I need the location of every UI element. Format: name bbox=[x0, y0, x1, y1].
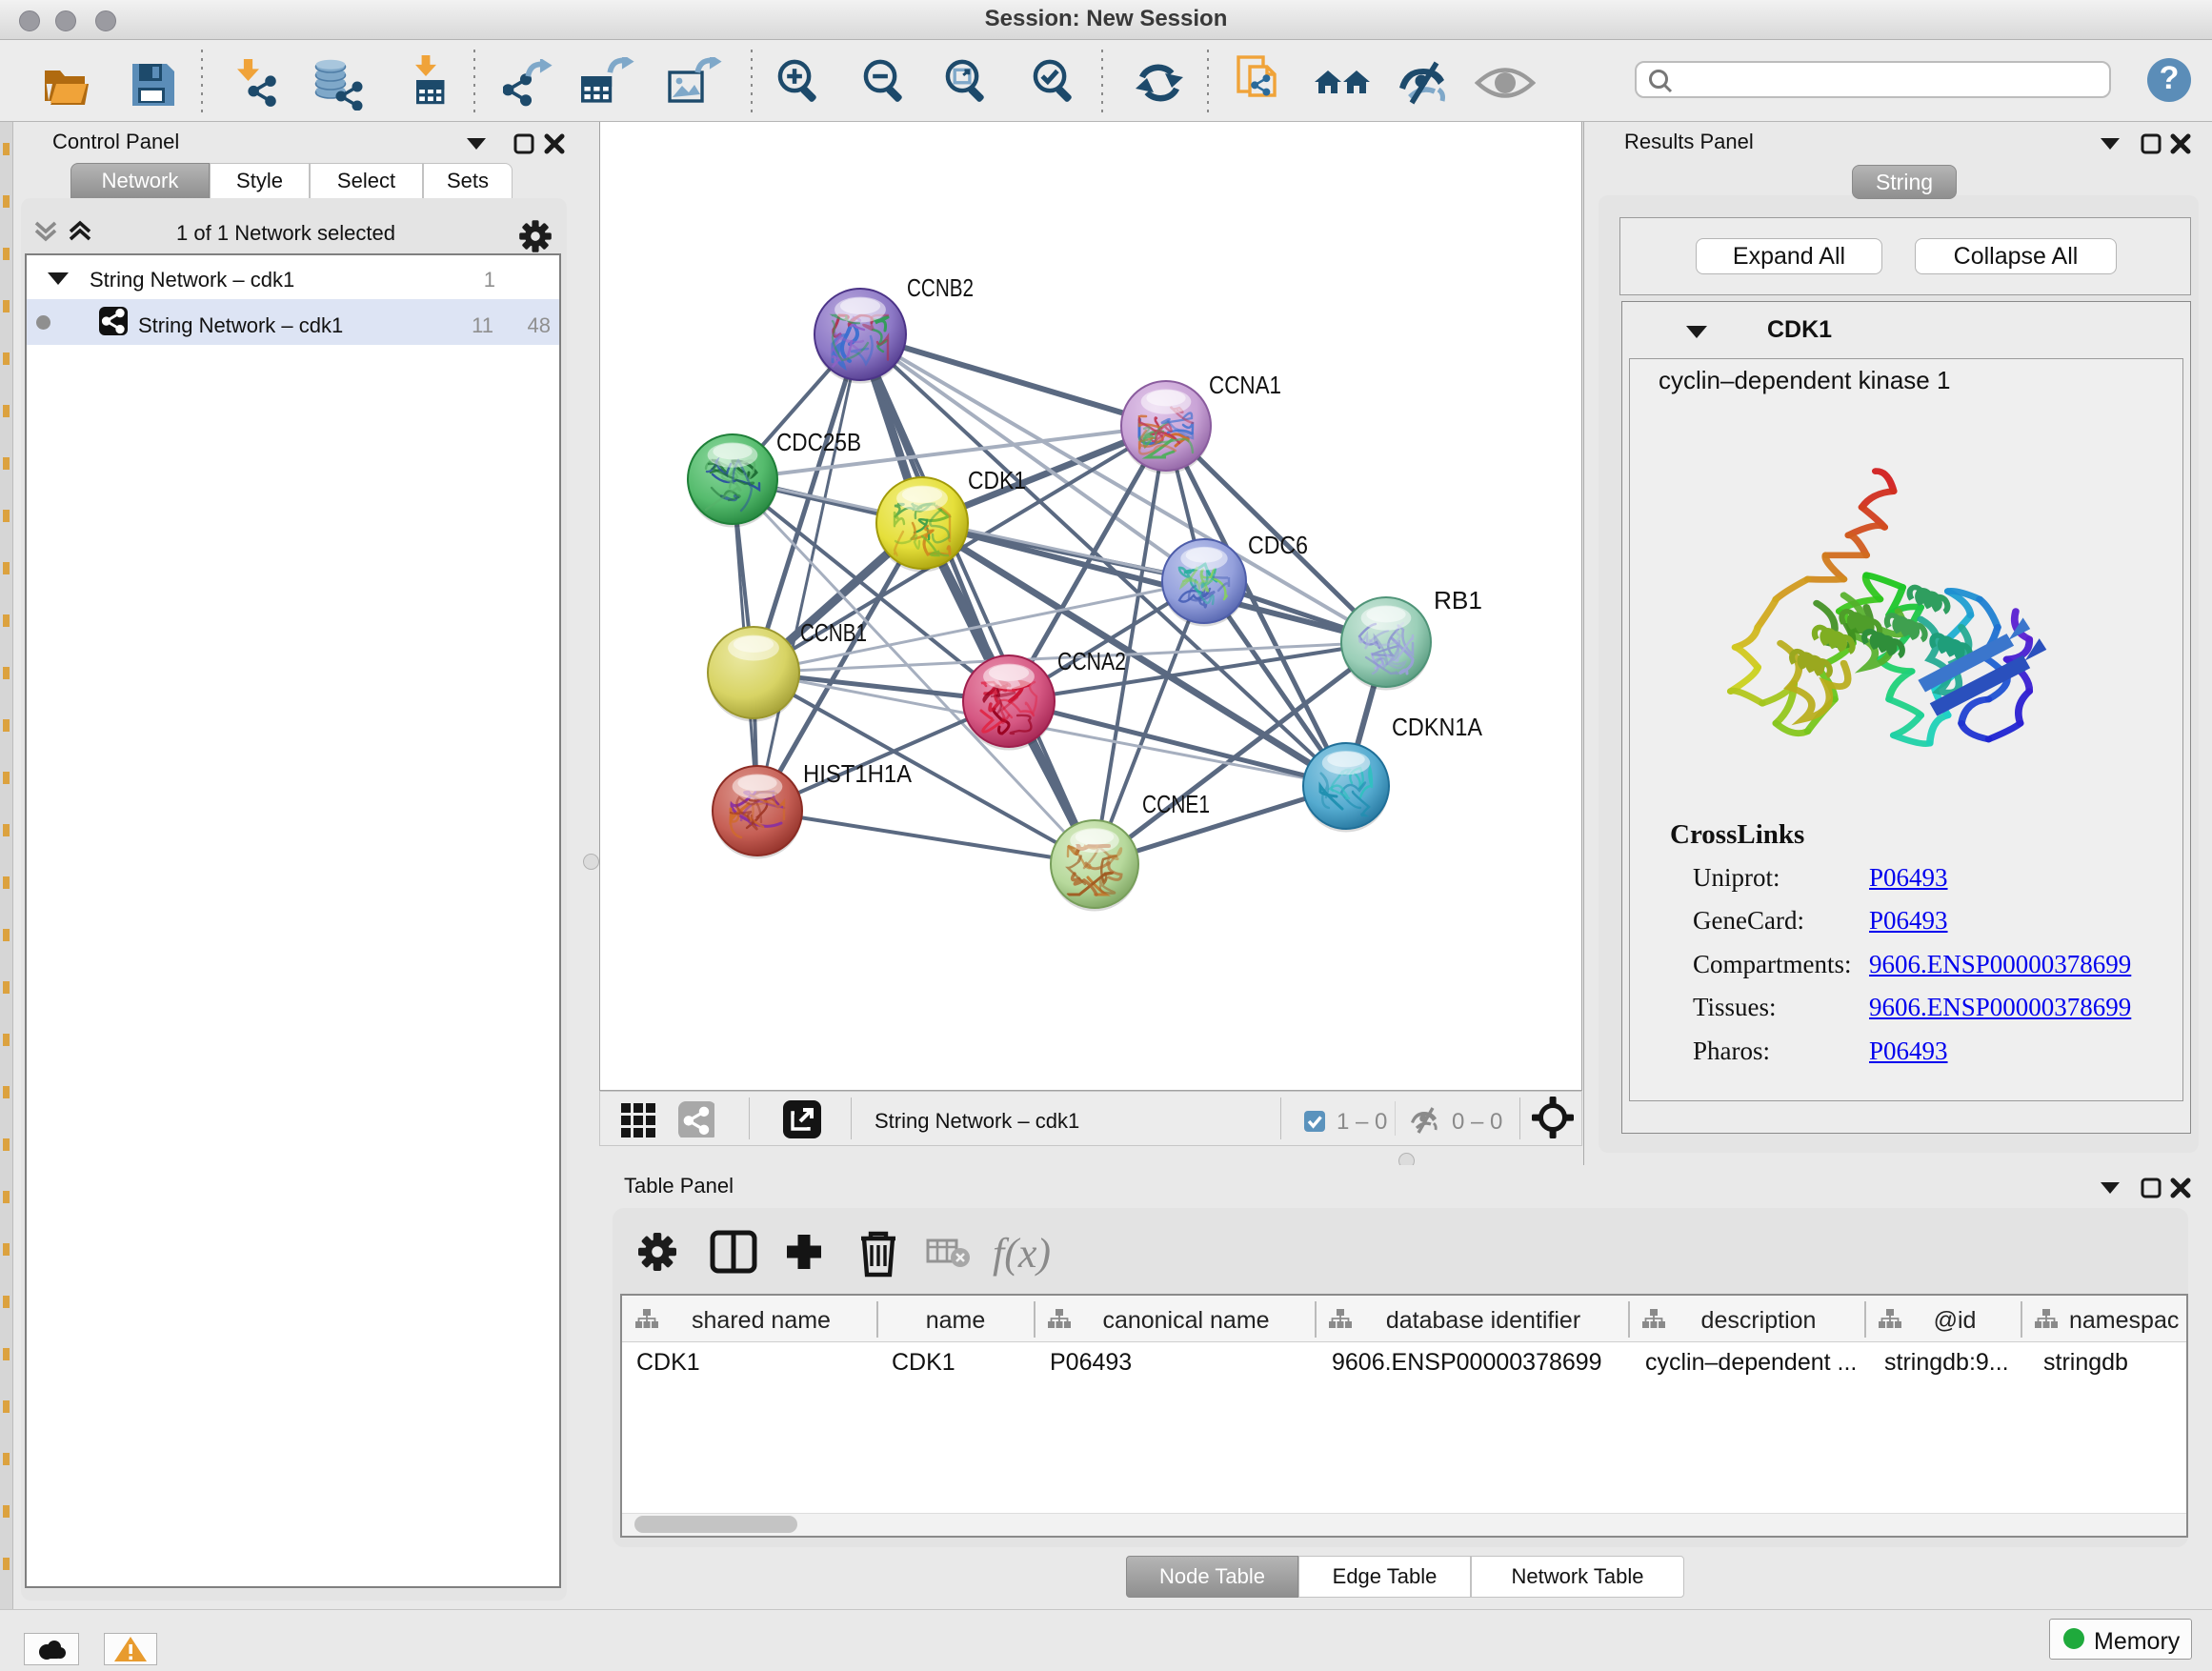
svg-text:CDC25B: CDC25B bbox=[776, 428, 861, 456]
svg-text:description: description bbox=[1701, 1307, 1817, 1334]
svg-text:CDK1: CDK1 bbox=[968, 466, 1026, 494]
svg-text:CCNA2: CCNA2 bbox=[1057, 647, 1126, 675]
svg-text:canonical name: canonical name bbox=[1102, 1307, 1269, 1334]
svg-text:name: name bbox=[926, 1307, 986, 1334]
svg-text:shared name: shared name bbox=[692, 1307, 831, 1334]
svg-text:@id: @id bbox=[1934, 1307, 1977, 1334]
svg-text:namespac: namespac bbox=[2069, 1307, 2179, 1334]
svg-text:CCNE1: CCNE1 bbox=[1142, 790, 1210, 818]
svg-text:RB1: RB1 bbox=[1434, 586, 1482, 614]
svg-text:CCNA1: CCNA1 bbox=[1209, 371, 1281, 399]
svg-text:CDKN1A: CDKN1A bbox=[1392, 713, 1483, 741]
svg-text:database identifier: database identifier bbox=[1386, 1307, 1580, 1334]
svg-text:CDC6: CDC6 bbox=[1248, 531, 1308, 559]
svg-text:CCNB2: CCNB2 bbox=[907, 273, 974, 302]
svg-text:f(x): f(x) bbox=[993, 1230, 1051, 1277]
svg-text:HIST1H1A: HIST1H1A bbox=[803, 759, 913, 788]
svg-text:CCNB1: CCNB1 bbox=[800, 618, 867, 647]
